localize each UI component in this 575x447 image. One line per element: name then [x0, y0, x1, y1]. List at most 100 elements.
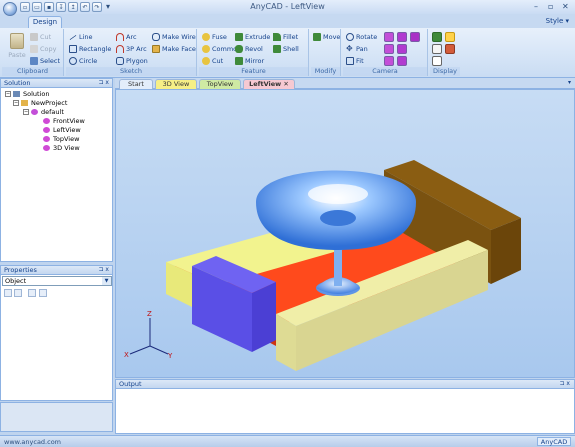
make-wire-button[interactable]: Make Wire	[152, 32, 196, 42]
view-top-icon[interactable]	[384, 56, 394, 66]
view-left-icon[interactable]	[384, 44, 394, 54]
object-select-value: Object	[5, 277, 27, 285]
polygon-icon	[116, 57, 124, 65]
3d-viewport[interactable]: Z X Y	[115, 89, 575, 378]
tab-leftview[interactable]: LeftView ✕	[243, 79, 295, 89]
solution-pin-close[interactable]: ⊐ x	[99, 79, 110, 87]
tree-node-solution[interactable]: − Solution	[5, 90, 49, 98]
status-bar: www.anycad.com AnyCAD	[0, 435, 575, 447]
chevron-down-icon: ▼	[102, 277, 111, 285]
title-bar: ▫ ▭ ▪ ↧ ↥ ↶ ↷ ▾ AnyCAD - LeftView – ▫ ✕	[0, 0, 575, 16]
move-icon	[313, 33, 321, 41]
view-back-icon[interactable]	[397, 32, 407, 42]
paste-icon	[10, 33, 24, 49]
copy-icon	[30, 45, 38, 53]
status-app-badge[interactable]: AnyCAD	[537, 437, 571, 446]
circle-button[interactable]: Circle	[69, 56, 97, 66]
view-icon	[43, 136, 50, 142]
tree-node-view[interactable]: FrontView	[43, 117, 85, 125]
pan-icon: ✥	[346, 44, 353, 53]
cut-button[interactable]: Cut	[30, 32, 51, 42]
box-view-icon[interactable]	[432, 56, 442, 66]
minimize-button[interactable]: –	[534, 2, 538, 11]
tree-node-view[interactable]: TopView	[43, 135, 79, 143]
output-text-area[interactable]	[115, 389, 575, 434]
move-button[interactable]: Move	[313, 32, 340, 42]
output-pin-close[interactable]: ⊐ x	[560, 380, 571, 388]
properties-description	[0, 402, 113, 432]
collapse-icon[interactable]: −	[5, 91, 11, 97]
view-icon	[43, 118, 50, 124]
maximize-button[interactable]: ▫	[548, 2, 553, 11]
view-iso-icon[interactable]	[410, 32, 420, 42]
fuse-icon	[202, 33, 210, 41]
view-icon	[43, 127, 50, 133]
line-icon	[69, 34, 77, 40]
view-bottom-icon[interactable]	[397, 56, 407, 66]
light-icon[interactable]	[445, 32, 455, 42]
rotate-icon	[346, 33, 354, 41]
status-url: www.anycad.com	[4, 438, 61, 446]
properties-panel-header: Properties ⊐ x	[0, 265, 113, 275]
view-right-icon[interactable]	[397, 44, 407, 54]
extrude-button[interactable]: Extrude	[235, 32, 270, 42]
close-button[interactable]: ✕	[562, 2, 569, 11]
shaded-mode-icon[interactable]	[432, 32, 442, 42]
window-title: AnyCAD - LeftView	[250, 2, 325, 11]
properties-panel-title: Properties	[4, 266, 37, 274]
paste-button[interactable]: Paste	[6, 31, 28, 65]
style-menu[interactable]: Style ▾	[546, 17, 569, 25]
solution-icon	[13, 91, 20, 97]
polygon-button[interactable]: Plygon	[116, 56, 148, 66]
make-face-button[interactable]: Make Face	[152, 44, 196, 54]
group-modify: Move Modify	[311, 29, 341, 76]
tab-3d-view[interactable]: 3D View	[155, 79, 197, 89]
tree-node-view[interactable]: 3D View	[43, 144, 80, 152]
line-button[interactable]: Line	[69, 32, 93, 42]
rotate-button[interactable]: Rotate	[346, 32, 377, 42]
fit-icon	[346, 57, 354, 65]
tree-node-project[interactable]: − NewProject	[13, 99, 67, 107]
pan-button[interactable]: ✥ Pan	[346, 44, 368, 54]
tree-node-view[interactable]: LeftView	[43, 126, 81, 134]
scene: Z X Y	[116, 90, 574, 377]
cut-feature-button[interactable]: Cut	[202, 56, 223, 66]
fuse-button[interactable]: Fuse	[202, 32, 227, 42]
tab-topview[interactable]: TopView	[199, 79, 241, 89]
arc-button[interactable]: Arc	[116, 32, 137, 42]
common-icon	[202, 45, 210, 53]
copy-button[interactable]: Copy	[30, 44, 57, 54]
arc-3p-button[interactable]: 3P Arc	[116, 44, 147, 54]
tab-start[interactable]: Start	[119, 79, 153, 89]
alphabetical-icon[interactable]	[14, 289, 22, 297]
revol-button[interactable]: Revol	[235, 44, 263, 54]
collapse-icon[interactable]: −	[23, 109, 29, 115]
mirror-button[interactable]: Mirror	[235, 56, 264, 66]
fit-button[interactable]: Fit	[346, 56, 364, 66]
rectangle-button[interactable]: Rectangle	[69, 44, 111, 54]
shell-button[interactable]: Shell	[273, 44, 299, 54]
output-panel-title: Output	[119, 380, 142, 388]
tab-design[interactable]: Design	[28, 16, 62, 28]
color-icon[interactable]	[445, 44, 455, 54]
arc-3p-icon	[116, 45, 124, 53]
fillet-button[interactable]: Fillet	[273, 32, 298, 42]
x-axis-label: X	[124, 351, 129, 359]
events-icon[interactable]	[39, 289, 47, 297]
solution-tree: − Solution − NewProject − default FrontView…	[0, 88, 113, 262]
solution-panel-title: Solution	[4, 79, 31, 87]
categorized-icon[interactable]	[4, 289, 12, 297]
collapse-icon[interactable]: −	[13, 100, 19, 106]
tab-list-dropdown-icon[interactable]: ▾	[568, 79, 571, 86]
tree-node-default[interactable]: − default	[23, 108, 64, 116]
property-pages-icon[interactable]	[28, 289, 36, 297]
view-front-icon[interactable]	[384, 32, 394, 42]
properties-pin-close[interactable]: ⊐ x	[99, 266, 110, 274]
properties-panel: Object ▼	[0, 275, 113, 401]
wireframe-mode-icon[interactable]	[432, 44, 442, 54]
select-button[interactable]: Select	[30, 56, 60, 66]
fillet-icon	[273, 33, 281, 41]
app-menu-button[interactable]	[3, 2, 17, 16]
tab-close-icon[interactable]: ✕	[283, 80, 288, 88]
object-select[interactable]: Object ▼	[2, 276, 112, 286]
